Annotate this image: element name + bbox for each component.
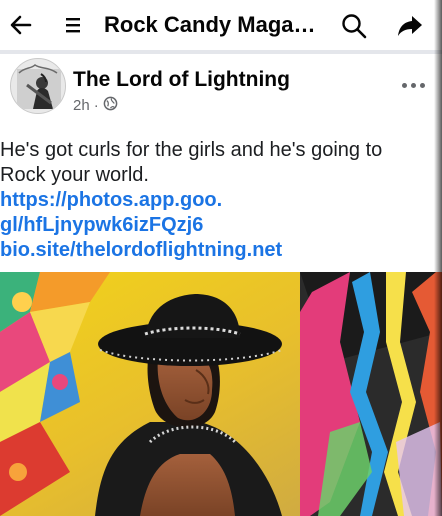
more-options-icon[interactable] (396, 70, 430, 100)
post-time[interactable]: 2h (73, 97, 90, 114)
page-title[interactable]: Rock Candy Magazin... (104, 12, 324, 38)
post-photo[interactable] (0, 272, 442, 516)
post-body: He's got curls for the girls and he's go… (0, 138, 440, 263)
hamburger-menu-icon[interactable] (60, 10, 90, 40)
post-link-photos-continued[interactable]: gl/hfLjnypwk6izFQzj6 (0, 213, 440, 238)
post-link-bio[interactable]: bio.site/thelordoflightning.net (0, 238, 440, 263)
avatar[interactable] (10, 58, 66, 114)
post-text-line: Rock your world. (0, 164, 149, 186)
meta-separator: · (93, 97, 99, 114)
arrow-left-icon[interactable] (4, 8, 38, 42)
share-arrow-icon[interactable] (392, 8, 428, 44)
screen-edge-shadow (434, 0, 442, 516)
post-link-photos[interactable]: https://photos.app.goo. (0, 188, 440, 213)
post-meta: 2h · (73, 96, 118, 115)
post-text-line: He's got curls for the girls and he's go… (0, 139, 383, 161)
globe-icon (103, 96, 118, 115)
search-icon[interactable] (336, 8, 372, 44)
post-author-name[interactable]: The Lord of Lightning (73, 68, 290, 92)
post-header: The Lord of Lightning 2h · (0, 54, 442, 124)
top-navigation-bar: Rock Candy Magazin... (0, 0, 442, 50)
